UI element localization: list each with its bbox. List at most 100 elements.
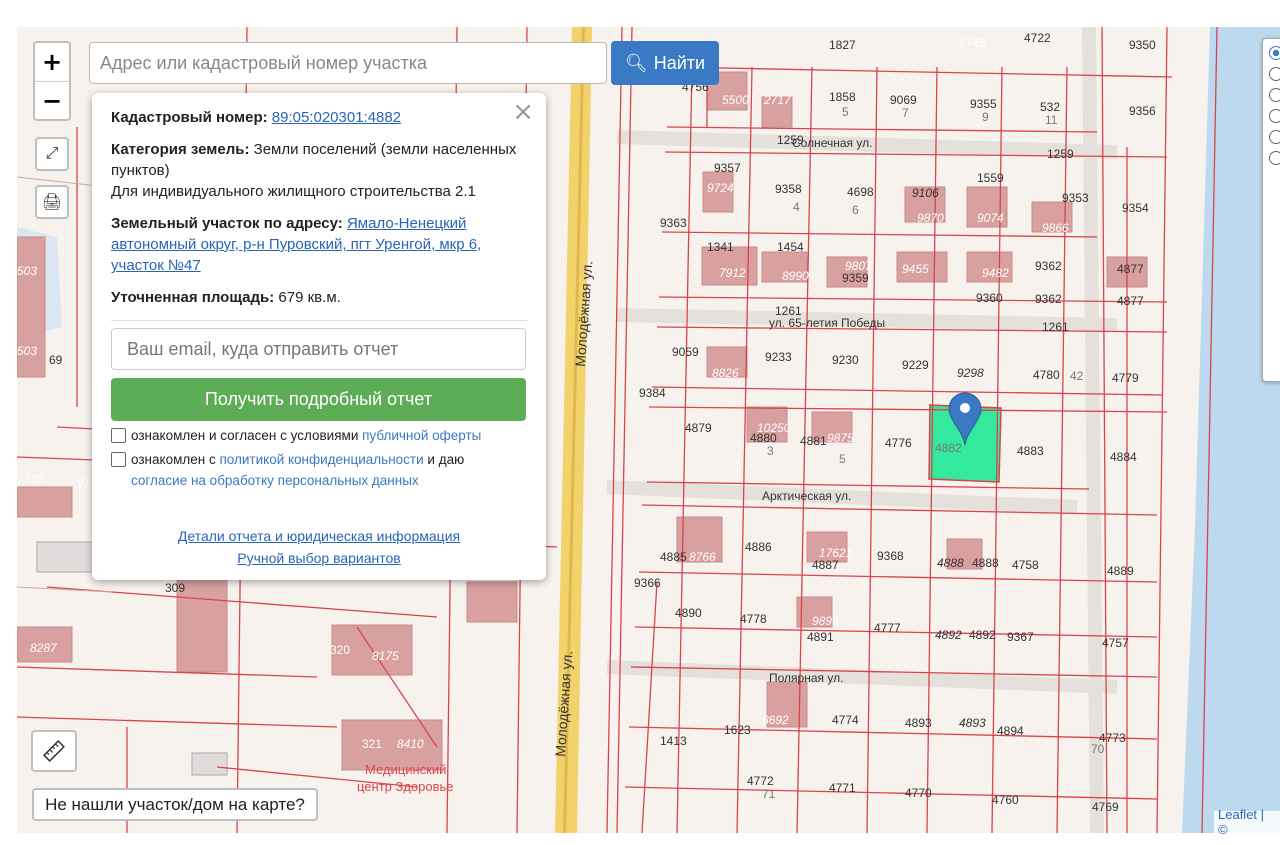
layer-radio[interactable] bbox=[1269, 109, 1280, 123]
svg-text:4880: 4880 bbox=[750, 431, 777, 445]
fullscreen-button[interactable]: ⤢ bbox=[35, 137, 69, 171]
get-report-button[interactable]: Получить подробный отчет bbox=[111, 378, 526, 421]
svg-text:4776: 4776 bbox=[885, 436, 912, 450]
svg-text:4879: 4879 bbox=[685, 421, 712, 435]
svg-text:503: 503 bbox=[17, 264, 37, 278]
expand-icon: ⤢ bbox=[45, 145, 59, 162]
svg-text:6: 6 bbox=[852, 203, 859, 217]
email-field[interactable] bbox=[111, 328, 526, 370]
svg-text:9455: 9455 bbox=[902, 262, 929, 276]
privacy-tail: и даю bbox=[427, 452, 465, 467]
svg-text:4771: 4771 bbox=[829, 781, 856, 795]
zoom-control: + − bbox=[33, 41, 71, 121]
svg-text:9074: 9074 bbox=[977, 211, 1004, 225]
svg-text:9366: 9366 bbox=[634, 576, 661, 590]
svg-text:1454: 1454 bbox=[777, 240, 804, 254]
svg-text:4778: 4778 bbox=[740, 612, 767, 626]
svg-text:1827: 1827 bbox=[829, 38, 856, 52]
svg-text:8175: 8175 bbox=[372, 649, 399, 663]
offer-link[interactable]: публичной оферты bbox=[362, 428, 481, 443]
manual-selection-link[interactable]: Ручной выбор вариантов bbox=[111, 547, 527, 569]
layer-radio[interactable] bbox=[1269, 130, 1280, 144]
svg-text:9363: 9363 bbox=[660, 216, 687, 230]
svg-text:7739: 7739 bbox=[17, 472, 44, 486]
svg-text:4698: 4698 bbox=[847, 185, 874, 199]
svg-text:4891: 4891 bbox=[807, 630, 834, 644]
svg-text:4877: 4877 bbox=[1117, 294, 1144, 308]
svg-text:9350: 9350 bbox=[1129, 38, 1156, 52]
svg-text:8990: 8990 bbox=[782, 269, 809, 283]
svg-text:4889: 4889 bbox=[1107, 564, 1134, 578]
svg-text:Солнечная ул.: Солнечная ул. bbox=[792, 136, 872, 150]
svg-text:9353: 9353 bbox=[1062, 191, 1089, 205]
privacy-link[interactable]: политикой конфиденциальности bbox=[219, 452, 423, 467]
svg-text:9362: 9362 bbox=[1035, 259, 1062, 273]
svg-text:9233: 9233 bbox=[765, 350, 792, 364]
report-details-link[interactable]: Детали отчета и юридическая информация bbox=[111, 525, 527, 547]
area-value: 679 кв.м. bbox=[278, 289, 341, 306]
svg-text:11: 11 bbox=[1045, 113, 1058, 127]
svg-text:309: 309 bbox=[165, 581, 185, 595]
offer-agreement: ознакомлен и согласен с условиями публич… bbox=[111, 425, 527, 446]
svg-text:2717: 2717 bbox=[763, 93, 792, 107]
svg-text:Медицинский: Медицинский bbox=[365, 762, 446, 777]
svg-text:91: 91 bbox=[77, 476, 90, 490]
measure-button[interactable] bbox=[31, 730, 77, 772]
svg-text:4774: 4774 bbox=[832, 713, 859, 727]
svg-text:1623: 1623 bbox=[724, 723, 751, 737]
cad-number-link[interactable]: 89:05:020301:4882 bbox=[272, 109, 401, 126]
layer-radio[interactable] bbox=[1269, 46, 1280, 60]
svg-text:4885: 4885 bbox=[660, 550, 687, 564]
svg-text:Полярная ул.: Полярная ул. bbox=[769, 671, 843, 685]
svg-text:центр Здоровье: центр Здоровье bbox=[357, 779, 454, 794]
svg-text:4887: 4887 bbox=[812, 558, 839, 572]
svg-text:9724: 9724 bbox=[707, 181, 734, 195]
svg-text:4777: 4777 bbox=[874, 621, 901, 635]
svg-text:4894: 4894 bbox=[997, 724, 1024, 738]
svg-text:9229: 9229 bbox=[902, 358, 929, 372]
svg-text:9230: 9230 bbox=[832, 353, 859, 367]
svg-text:8692: 8692 bbox=[762, 713, 789, 727]
svg-text:9866: 9866 bbox=[1042, 221, 1069, 235]
svg-text:5500: 5500 bbox=[722, 93, 749, 107]
privacy-checkbox[interactable] bbox=[111, 452, 126, 467]
consent-link[interactable]: согласие на обработку персональных данны… bbox=[131, 473, 419, 488]
svg-text:4884: 4884 bbox=[1110, 450, 1137, 464]
svg-text:4890: 4890 bbox=[675, 606, 702, 620]
svg-text:4722: 4722 bbox=[1024, 31, 1051, 45]
layers-panel[interactable] bbox=[1262, 38, 1280, 382]
not-found-button[interactable]: Не нашли участок/дом на карте? bbox=[32, 788, 318, 821]
layer-radio[interactable] bbox=[1269, 151, 1280, 165]
svg-text:9357: 9357 bbox=[714, 161, 741, 175]
layer-radio[interactable] bbox=[1269, 67, 1280, 81]
svg-text:4780: 4780 bbox=[1033, 368, 1060, 382]
svg-text:9875: 9875 bbox=[827, 431, 854, 445]
svg-text:4: 4 bbox=[793, 200, 800, 214]
zoom-out-button[interactable]: − bbox=[35, 82, 69, 120]
search-input[interactable] bbox=[89, 42, 607, 84]
svg-text:5: 5 bbox=[839, 452, 846, 466]
svg-text:4758: 4758 bbox=[1012, 558, 1039, 572]
layer-radio[interactable] bbox=[1269, 88, 1280, 102]
close-icon[interactable]: × bbox=[512, 97, 534, 127]
svg-text:9354: 9354 bbox=[1122, 201, 1149, 215]
svg-text:8766: 8766 bbox=[689, 550, 716, 564]
zoom-in-button[interactable]: + bbox=[35, 43, 69, 82]
print-button[interactable]: 🖨 bbox=[35, 185, 69, 219]
svg-text:4772: 4772 bbox=[747, 774, 774, 788]
svg-text:9: 9 bbox=[982, 110, 989, 124]
privacy-agreement: ознакомлен с политикой конфиденциальност… bbox=[111, 449, 527, 491]
offer-checkbox[interactable] bbox=[111, 428, 126, 443]
svg-text:4770: 4770 bbox=[905, 786, 932, 800]
svg-text:8287: 8287 bbox=[30, 641, 58, 655]
map-attribution[interactable]: Leaflet | © bbox=[1214, 807, 1280, 837]
land-category-label: Категория земель: bbox=[111, 141, 250, 158]
svg-text:9359: 9359 bbox=[842, 271, 869, 285]
land-usage: Для индивидуального жилищного строительс… bbox=[111, 183, 476, 200]
search-button[interactable]: 🔍︎ Найти bbox=[611, 41, 719, 85]
search-icon: 🔍︎ bbox=[624, 52, 648, 73]
svg-text:9069: 9069 bbox=[890, 93, 917, 107]
svg-text:7: 7 bbox=[902, 106, 909, 120]
svg-text:1858: 1858 bbox=[829, 90, 856, 104]
svg-text:4888: 4888 bbox=[937, 556, 964, 570]
